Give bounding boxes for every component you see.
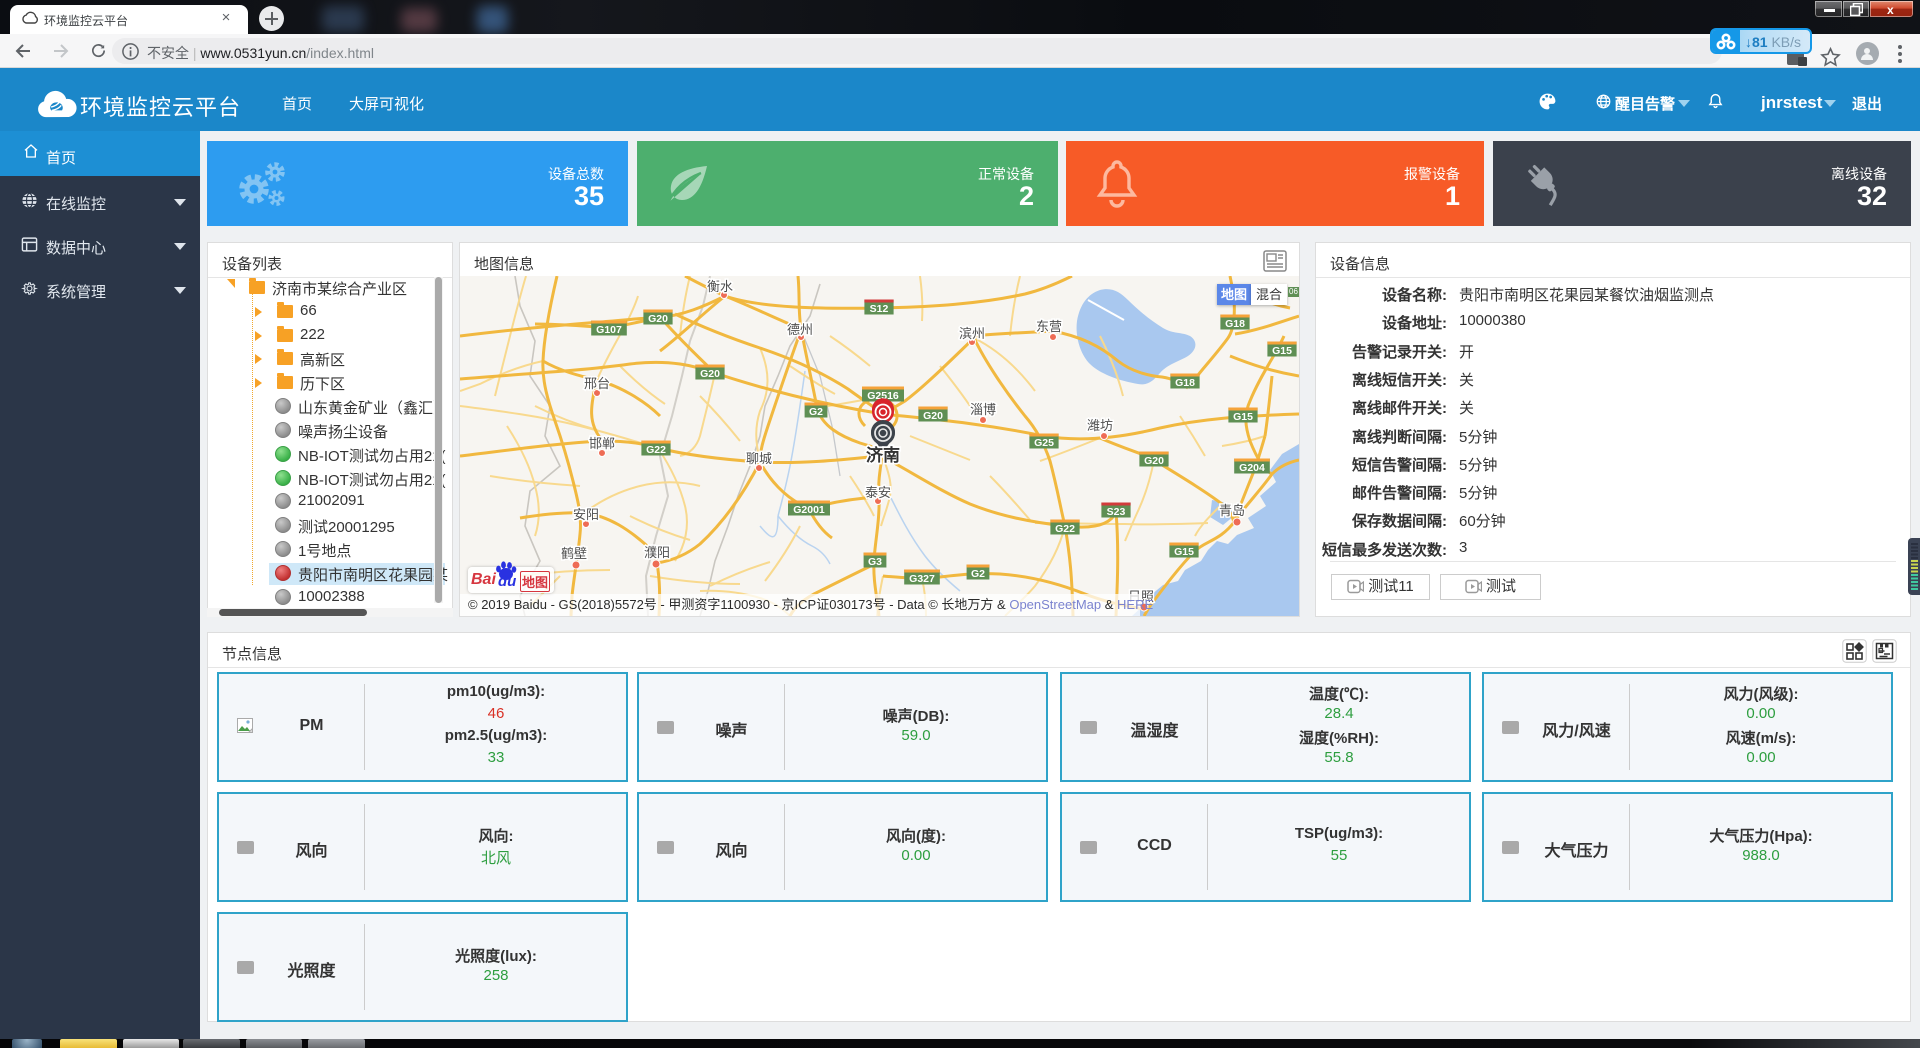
svg-text:G20: G20 [1144, 455, 1164, 467]
svg-text:S12: S12 [870, 303, 889, 315]
svg-text:邢台: 邢台 [584, 376, 610, 391]
svg-text:东营: 东营 [1036, 319, 1062, 334]
svg-text:鹤壁: 鹤壁 [561, 546, 587, 561]
svg-text:G327: G327 [909, 573, 935, 585]
svg-text:G22: G22 [646, 444, 666, 456]
svg-text:G15: G15 [1174, 546, 1194, 558]
svg-text:G204: G204 [1239, 462, 1265, 474]
svg-text:G15: G15 [1233, 411, 1253, 423]
svg-text:G25: G25 [1034, 437, 1054, 449]
svg-text:濮阳: 濮阳 [644, 545, 670, 560]
svg-text:G2001: G2001 [793, 504, 825, 516]
svg-text:G3: G3 [868, 556, 882, 568]
svg-text:G107: G107 [596, 324, 622, 336]
svg-text:G2: G2 [971, 568, 985, 580]
svg-text:G18: G18 [1225, 318, 1245, 330]
svg-text:德州: 德州 [787, 322, 813, 337]
svg-text:衡水: 衡水 [707, 279, 733, 294]
svg-text:邯郸: 邯郸 [589, 436, 615, 451]
svg-text:S23: S23 [1107, 506, 1126, 518]
svg-text:济南: 济南 [866, 445, 900, 465]
svg-text:聊城: 聊城 [746, 451, 772, 466]
svg-text:潍坊: 潍坊 [1087, 418, 1113, 433]
svg-text:滨州: 滨州 [959, 326, 985, 341]
svg-text:安阳: 安阳 [573, 507, 599, 522]
svg-text:G15: G15 [1272, 345, 1292, 357]
svg-text:G2: G2 [809, 406, 823, 418]
svg-text:G22: G22 [1055, 523, 1075, 535]
svg-text:G20: G20 [923, 410, 943, 422]
svg-text:G18: G18 [1175, 377, 1195, 389]
svg-text:G20: G20 [700, 368, 720, 380]
svg-text:青岛: 青岛 [1219, 503, 1245, 518]
svg-text:G20: G20 [648, 313, 668, 325]
svg-text:淄博: 淄博 [970, 402, 996, 417]
svg-text:泰安: 泰安 [865, 485, 891, 500]
svg-text:© 2019 Baidu - GS(2018)5572号 -: © 2019 Baidu - GS(2018)5572号 - 甲测资字11009… [468, 597, 1153, 612]
